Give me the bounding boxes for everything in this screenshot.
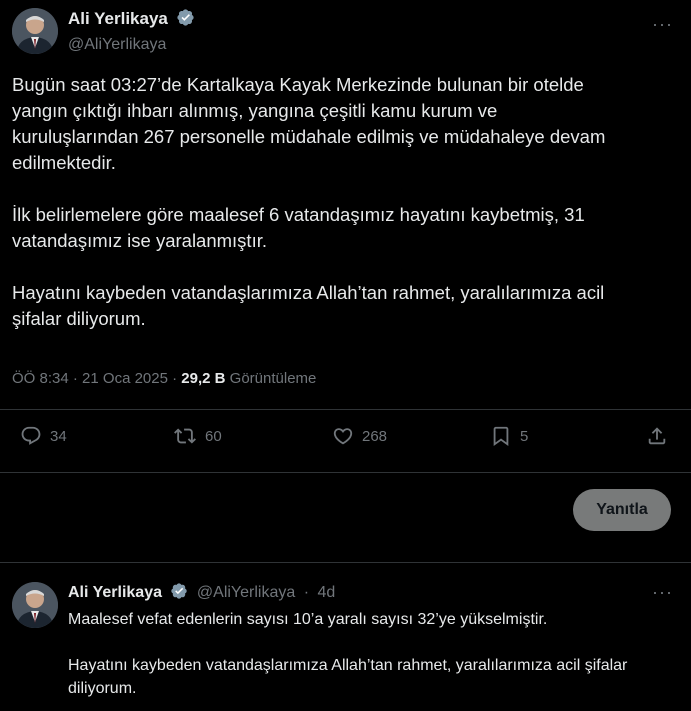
repost-count: 60 — [205, 427, 222, 445]
views-label: Görüntüleme — [229, 370, 317, 387]
more-icon[interactable]: ··· — [652, 14, 673, 35]
avatar-image — [12, 8, 58, 54]
post-header: Ali Yerlikaya @AliYerlikaya ··· — [12, 6, 691, 56]
avatar[interactable] — [12, 582, 58, 628]
divider — [0, 472, 691, 473]
reply-author-name[interactable]: Ali Yerlikaya — [68, 584, 162, 601]
reply-action[interactable]: 34 — [20, 425, 67, 447]
reply-separator: · — [303, 584, 310, 601]
author-block: Ali Yerlikaya @AliYerlikaya — [68, 8, 195, 54]
share-action[interactable] — [646, 425, 668, 447]
post-meta: ÖÖ 8:34 · 21 Oca 2025 · 29,2 B Görüntüle… — [12, 370, 316, 387]
meta-separator: · — [72, 370, 78, 387]
repost-icon — [173, 425, 197, 447]
reply-handle[interactable]: @AliYerlikaya — [197, 584, 295, 601]
author-name[interactable]: Ali Yerlikaya — [68, 9, 168, 28]
meta-separator: · — [172, 370, 178, 387]
more-icon[interactable]: ··· — [652, 582, 673, 603]
post-paragraph: Hayatını kaybeden vatandaşlarımıza Allah… — [12, 282, 605, 329]
post-text: Bugün saat 03:27’de Kartalkaya Kayak Mer… — [12, 72, 677, 358]
bookmark-icon — [490, 425, 512, 447]
reply-age[interactable]: 4d — [318, 584, 336, 601]
like-action[interactable]: 268 — [332, 425, 387, 447]
post-paragraph: İlk belirlemelere göre maalesef 6 vatand… — [12, 204, 585, 251]
author-handle[interactable]: @AliYerlikaya — [68, 36, 195, 54]
share-icon — [646, 425, 668, 447]
post-paragraph: Bugün saat 03:27’de Kartalkaya Kayak Mer… — [12, 74, 606, 173]
divider — [0, 409, 691, 410]
post-time[interactable]: ÖÖ 8:34 — [12, 370, 69, 387]
reply-count: 34 — [50, 427, 67, 445]
heart-icon — [332, 425, 354, 447]
bookmark-action[interactable]: 5 — [490, 425, 528, 447]
verified-badge-icon — [170, 582, 188, 605]
reply-text: Maalesef vefat edenlerin sayısı 10’a yar… — [68, 608, 671, 711]
repost-action[interactable]: 60 — [173, 425, 222, 447]
like-count: 268 — [362, 427, 388, 445]
post-date[interactable]: 21 Oca 2025 — [82, 370, 168, 387]
reply-paragraph: Hayatını kaybeden vatandaşlarımıza Allah… — [68, 657, 628, 697]
avatar-image — [12, 582, 58, 628]
action-bar: 34 60 268 5 — [0, 425, 691, 457]
comment-icon — [20, 425, 42, 447]
bookmark-count: 5 — [520, 427, 529, 445]
views-count: 29,2 B — [181, 370, 226, 387]
reply-paragraph: Maalesef vefat edenlerin sayısı 10’a yar… — [68, 611, 548, 628]
reply-button[interactable]: Yanıtla — [573, 489, 671, 531]
divider — [0, 562, 691, 563]
avatar[interactable] — [12, 8, 58, 54]
verified-badge-icon — [176, 8, 195, 32]
reply-header: Ali Yerlikaya @AliYerlikaya · 4d — [68, 582, 335, 605]
